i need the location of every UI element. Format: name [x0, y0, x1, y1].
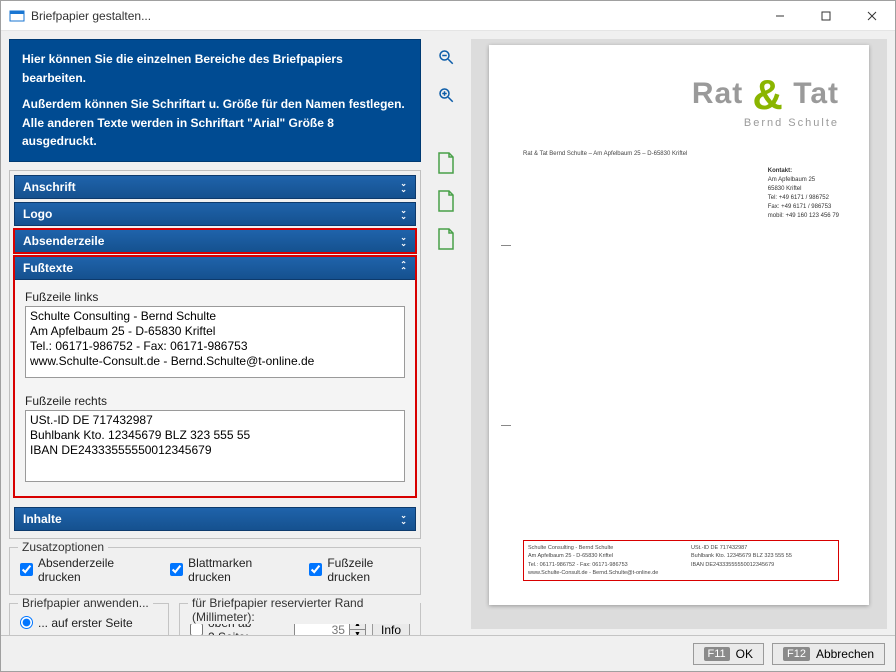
info-line: Hier können Sie die einzelnen Bereiche d… [22, 50, 408, 87]
apply-group: Briefpapier anwenden... ... auf erster S… [9, 603, 169, 635]
titlebar: Briefpapier gestalten... [1, 1, 895, 31]
cancel-button[interactable]: F12 Abbrechen [772, 643, 885, 665]
ok-button[interactable]: F11 OK [693, 643, 764, 665]
maximize-button[interactable] [803, 1, 849, 31]
checkbox[interactable] [20, 563, 33, 576]
info-line: Alle anderen Texte werden in Schriftart … [22, 114, 408, 151]
section-inhalte[interactable]: Inhalte ⌄⌄ [14, 507, 416, 531]
footer-preview: Schulte Consulting - Bernd Schulte Am Ap… [523, 540, 839, 581]
fold-mark [501, 245, 511, 246]
info-box: Hier können Sie die einzelnen Bereiche d… [9, 39, 421, 162]
check-fusszeile[interactable]: Fußzeile drucken [309, 556, 410, 584]
section-anschrift[interactable]: Anschrift ⌄⌄ [14, 175, 416, 199]
footer-left: Schulte Consulting - Bernd Schulte Am Ap… [528, 544, 671, 577]
fusszeile-rechts-input[interactable]: USt.-ID DE 717432987 Buhlbank Kto. 12345… [25, 410, 405, 482]
footer-right: USt.-ID DE 717432987 Buhlbank Kto. 12345… [691, 544, 834, 577]
margins-group: für Briefpapier reservierter Rand (Milli… [179, 603, 421, 635]
fold-mark [501, 425, 511, 426]
info-line: Außerdem können Sie Schriftart u. Größe … [22, 95, 408, 114]
checkbox[interactable] [170, 563, 183, 576]
section-label: Logo [23, 207, 52, 221]
window-title: Briefpapier gestalten... [31, 9, 151, 23]
group-legend: für Briefpapier reservierter Rand (Milli… [188, 596, 420, 624]
zoom-out-button[interactable] [434, 45, 458, 69]
preview-panel: Rat & Tat Bernd Schulte Rat & Tat Bernd … [471, 39, 887, 629]
section-label: Inhalte [23, 512, 62, 526]
sender-line: Rat & Tat Bernd Schulte – Am Apfelbaum 2… [523, 151, 687, 157]
fusstexte-body: Fußzeile links Schulte Consulting - Bern… [14, 280, 416, 497]
group-legend: Zusatzoptionen [18, 540, 108, 554]
expand-icon: ⌄⌄ [400, 208, 407, 220]
app-icon [9, 8, 25, 24]
expand-icon: ⌄⌄ [400, 235, 407, 247]
section-label: Anschrift [23, 180, 76, 194]
page-thumbnail[interactable] [434, 151, 458, 175]
page-thumbnail[interactable] [434, 189, 458, 213]
zusatzoptionen-group: Zusatzoptionen Absenderzeile drucken Bla… [9, 547, 421, 595]
section-logo[interactable]: Logo ⌄⌄ [14, 202, 416, 226]
section-fusstexte[interactable]: Fußtexte ⌃⌃ [14, 256, 416, 280]
check-blattmarken[interactable]: Blattmarken drucken [170, 556, 287, 584]
fkey-badge: F11 [704, 647, 730, 661]
accordion: Anschrift ⌄⌄ Logo ⌄⌄ [9, 170, 421, 539]
checkbox[interactable] [190, 623, 203, 635]
expand-icon: ⌄⌄ [400, 513, 407, 525]
checkbox[interactable] [309, 563, 322, 576]
button-bar: F11 OK F12 Abbrechen [1, 635, 895, 671]
expand-icon: ⌄⌄ [400, 181, 407, 193]
page-thumbnail[interactable] [434, 227, 458, 251]
collapse-icon: ⌃⌃ [400, 262, 407, 274]
kontakt-block: Kontakt: Am Apfelbaum 25 65830 Kriftel T… [768, 167, 839, 221]
section-label: Fußtexte [23, 261, 73, 275]
fkey-badge: F12 [783, 647, 810, 661]
fusszeile-links-label: Fußzeile links [25, 290, 405, 304]
fusszeile-links-input[interactable]: Schulte Consulting - Bernd Schulte Am Ap… [25, 306, 405, 378]
logo: Rat & Tat Bernd Schulte [692, 71, 839, 129]
window: Briefpapier gestalten... Hier können Sie… [0, 0, 896, 672]
radio-first-page[interactable]: ... auf erster Seite [20, 616, 133, 630]
left-panel: Hier können Sie die einzelnen Bereiche d… [9, 39, 421, 629]
toolbar-column [427, 39, 465, 629]
spin-down-icon[interactable]: ▼ [349, 630, 365, 635]
minimize-button[interactable] [757, 1, 803, 31]
section-label: Absenderzeile [23, 234, 104, 248]
close-button[interactable] [849, 1, 895, 31]
group-legend: Briefpapier anwenden... [18, 596, 153, 610]
section-absenderzeile[interactable]: Absenderzeile ⌄⌄ [14, 229, 416, 253]
radio[interactable] [20, 616, 33, 629]
check-absenderzeile[interactable]: Absenderzeile drucken [20, 556, 148, 584]
zoom-in-button[interactable] [434, 83, 458, 107]
page-preview: Rat & Tat Bernd Schulte Rat & Tat Bernd … [489, 45, 869, 605]
fusszeile-rechts-label: Fußzeile rechts [25, 394, 405, 408]
